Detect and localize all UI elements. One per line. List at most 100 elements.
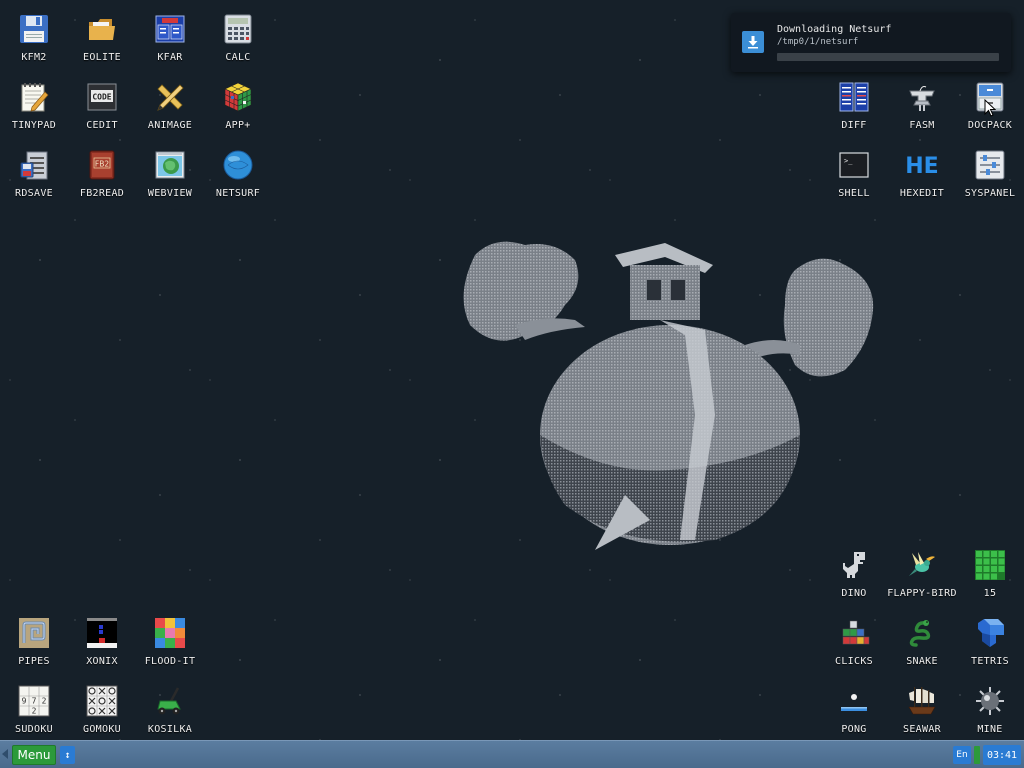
pong-paddle-icon (837, 684, 871, 718)
icon-label: MINE (977, 724, 1003, 735)
sudoku-digit: 2 (42, 697, 47, 706)
language-indicator[interactable]: En (953, 746, 971, 764)
hummingbird-icon (905, 548, 939, 582)
icon-label: PIPES (18, 656, 50, 667)
icon-label: DINO (841, 588, 867, 599)
ram-disk-save-icon (17, 148, 51, 182)
cedit-glyph-text: CODE (92, 93, 111, 102)
desktop-icon-shell[interactable]: >_ SHELL (820, 140, 888, 204)
calculator-icon (221, 12, 255, 46)
sudoku-grid-icon: 9 7 2 2 (17, 684, 51, 718)
desktop-icon-app-plus[interactable]: APP+ (204, 72, 272, 136)
sudoku-digit: 7 (32, 697, 37, 706)
hexedit-glyph-text: HE (905, 154, 938, 179)
hex-editor-icon: HE (905, 148, 939, 182)
icon-label: TINYPAD (11, 120, 57, 131)
code-editor-icon: CODE (85, 80, 119, 114)
desktop-icon-fasm[interactable]: FASM (888, 72, 956, 136)
icon-label: KOSILKA (147, 724, 193, 735)
icon-label: KFM2 (21, 52, 47, 63)
icon-label: FLOOD-IT (144, 656, 196, 667)
desktop-icon-snake[interactable]: SNAKE (888, 608, 956, 672)
desktop-icon-pong[interactable]: PONG (820, 676, 888, 740)
desktop-icon-calc[interactable]: CALC (204, 4, 272, 68)
icon-label: ANIMAGE (147, 120, 193, 131)
flood-it-grid-icon (153, 616, 187, 650)
clock[interactable]: 03:41 (983, 745, 1021, 765)
desktop-icon-cedit[interactable]: CODE CEDIT (68, 72, 136, 136)
pipes-icon (17, 616, 51, 650)
fb2read-glyph-text: FB2 (95, 160, 109, 169)
file-manager-icon (153, 12, 187, 46)
desktop-icon-hexedit[interactable]: HE HEXEDIT (888, 140, 956, 204)
download-progress-bar (777, 53, 999, 61)
desktop-icon-kfm2[interactable]: KFM2 (0, 4, 68, 68)
icon-label: SUDOKU (15, 724, 53, 735)
desktop-icon-eolite[interactable]: EOLITE (68, 4, 136, 68)
notification-path: /tmp0/1/netsurf (777, 37, 859, 47)
terminal-icon: >_ (837, 148, 871, 182)
desktop-icon-syspanel[interactable]: SYSPANEL (956, 140, 1024, 204)
desktop-icon-15[interactable]: 15 (956, 540, 1024, 604)
icon-label: KFAR (157, 52, 183, 63)
icon-label: CLICKS (835, 656, 873, 667)
wallpaper-planet-illustration (455, 235, 880, 555)
sudoku-digit: 2 (32, 707, 37, 716)
notification-title: Downloading Netsurf (777, 24, 892, 35)
taskbar-left-arrow-icon[interactable] (2, 749, 8, 759)
desktop-icon-pipes[interactable]: PIPES (0, 608, 68, 672)
desktop-icon-tetris[interactable]: TETRIS (956, 608, 1024, 672)
notepad-icon (17, 80, 51, 114)
desktop-icon-webview[interactable]: WEBVIEW (136, 140, 204, 204)
desktop-icon-flood-it[interactable]: FLOOD-IT (136, 608, 204, 672)
mouse-cursor-icon (984, 99, 996, 117)
desktop-icon-tinypad[interactable]: TINYPAD (0, 72, 68, 136)
icon-label: SEAWAR (903, 724, 941, 735)
icon-label: DOCPACK (967, 120, 1013, 131)
tetris-block-icon (973, 616, 1007, 650)
mine-bomb-icon (973, 684, 1007, 718)
desktop-icon-kfar[interactable]: KFAR (136, 4, 204, 68)
desktop-icon-animage[interactable]: ANIMAGE (136, 72, 204, 136)
desktop-icon-sudoku[interactable]: 9 7 2 2 SUDOKU (0, 676, 68, 740)
xonix-icon (85, 616, 119, 650)
rubiks-cube-icon (221, 80, 255, 114)
menu-button[interactable]: Menu (12, 745, 56, 765)
sudoku-digit: 9 (22, 697, 27, 706)
desktop-icon-netsurf[interactable]: NETSURF (204, 140, 272, 204)
icon-label: CEDIT (86, 120, 118, 131)
control-panel-icon (973, 148, 1007, 182)
desktop-icon-diff[interactable]: DIFF (820, 72, 888, 136)
icon-label: SHELL (838, 188, 870, 199)
icon-label: HEXEDIT (899, 188, 945, 199)
tic-tac-toe-icon (85, 684, 119, 718)
desktop-icon-fb2read[interactable]: FB2 FB2READ (68, 140, 136, 204)
icon-label: FB2READ (79, 188, 125, 199)
desktop-icon-kosilka[interactable]: KOSILKA (136, 676, 204, 740)
icon-label: SYSPANEL (964, 188, 1016, 199)
book-icon: FB2 (85, 148, 119, 182)
taskbar-scroll-button[interactable]: ↕ (60, 746, 75, 764)
icon-label: XONIX (86, 656, 118, 667)
fifteen-puzzle-icon (973, 548, 1007, 582)
desktop-icon-seawar[interactable]: SEAWAR (888, 676, 956, 740)
floppy-disk-icon (17, 12, 51, 46)
desktop-icon-rdsave[interactable]: RDSAVE (0, 140, 68, 204)
icon-label: WEBVIEW (147, 188, 193, 199)
desktop-icon-gomoku[interactable]: GOMOKU (68, 676, 136, 740)
download-notification[interactable]: Downloading Netsurf /tmp0/1/netsurf (731, 13, 1011, 72)
snake-icon (905, 616, 939, 650)
pencil-ruler-icon (153, 80, 187, 114)
desktop-icon-clicks[interactable]: CLICKS (820, 608, 888, 672)
icon-label: PONG (841, 724, 867, 735)
sailing-ship-icon (905, 684, 939, 718)
desktop-icon-mine[interactable]: MINE (956, 676, 1024, 740)
icon-label: EOLITE (83, 52, 121, 63)
desktop-icon-flappy-bird[interactable]: FLAPPY-BIRD (887, 540, 956, 604)
colored-blocks-icon (837, 616, 871, 650)
globe-icon (221, 148, 255, 182)
icon-label: CALC (225, 52, 251, 63)
icon-label: TETRIS (971, 656, 1009, 667)
desktop-icon-xonix[interactable]: XONIX (68, 608, 136, 672)
icon-label: GOMOKU (83, 724, 121, 735)
